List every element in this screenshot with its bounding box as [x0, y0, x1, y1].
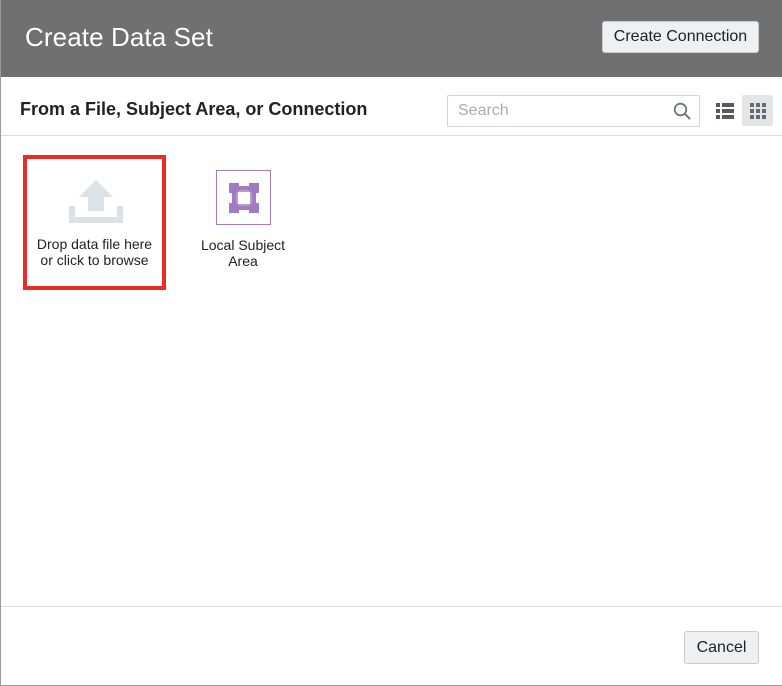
search-box — [447, 95, 700, 127]
subject-label-line2: Area — [228, 253, 258, 269]
section-title: From a File, Subject Area, or Connection — [20, 99, 368, 119]
create-data-set-dialog: Create Data Set Create Connection From a… — [0, 0, 782, 686]
source-toolbar: From a File, Subject Area, or Connection — [1, 77, 782, 136]
upload-label-line2: or click to browse — [40, 252, 149, 268]
subject-tile-label: Local Subject Area — [190, 237, 296, 269]
list-view-icon — [715, 102, 734, 119]
upload-label-line1: Drop data file here — [36, 236, 153, 252]
subject-label-line1: Local Subject — [200, 237, 286, 253]
subject-area-icon — [229, 183, 259, 213]
dialog-header: Create Data Set Create Connection — [1, 0, 782, 77]
cancel-button[interactable]: Cancel — [684, 631, 759, 664]
subject-area-icon-box — [216, 170, 271, 225]
upload-file-tile[interactable]: Drop data file here or click to browse — [23, 155, 166, 290]
upload-tile-label: Drop data file here or click to browse — [27, 236, 162, 268]
search-input[interactable] — [448, 96, 668, 126]
grid-view-button[interactable] — [742, 95, 773, 126]
grid-view-icon — [749, 102, 766, 119]
dialog-title: Create Data Set — [25, 22, 213, 52]
dialog-footer: Cancel — [1, 606, 782, 686]
list-view-button[interactable] — [709, 95, 740, 126]
create-connection-button[interactable]: Create Connection — [602, 21, 759, 53]
local-subject-area-tile[interactable]: Local Subject Area — [190, 170, 296, 280]
upload-icon — [69, 180, 123, 223]
search-icon[interactable] — [673, 102, 691, 120]
